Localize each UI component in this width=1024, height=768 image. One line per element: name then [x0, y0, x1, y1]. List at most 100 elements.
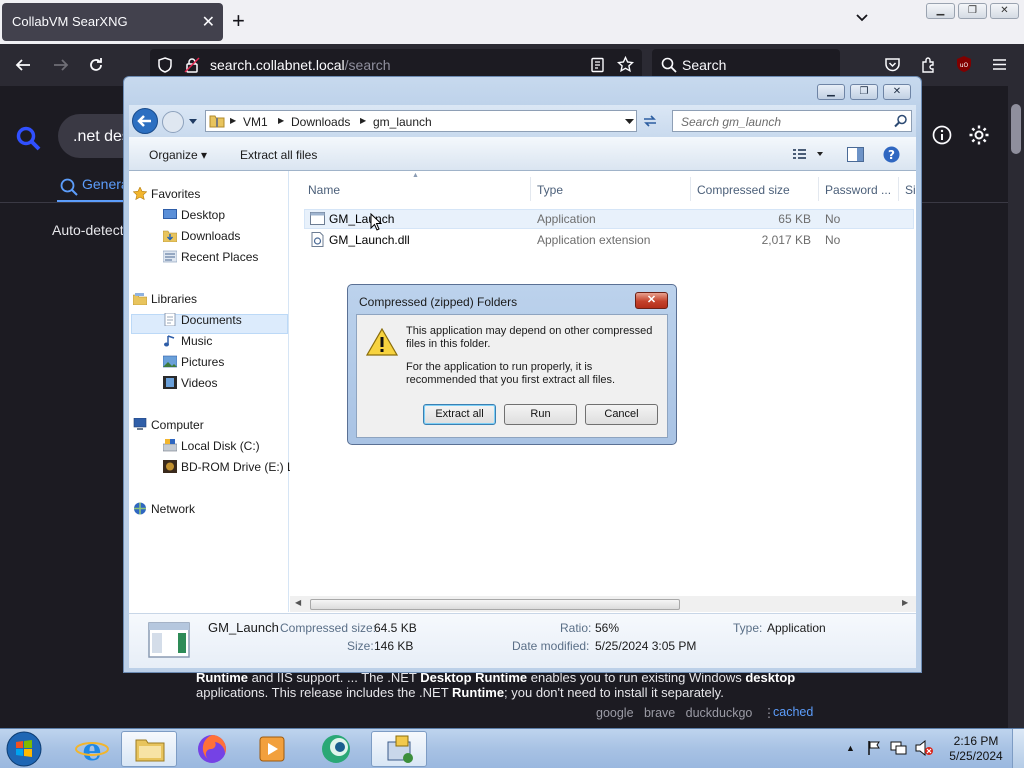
explorer-minimize-button[interactable]: ▁ [817, 84, 845, 100]
pocket-icon[interactable] [884, 56, 901, 73]
page-scrollbar-thumb[interactable] [1011, 104, 1021, 154]
extensions-icon[interactable] [920, 56, 937, 73]
page-scrollbar[interactable] [1008, 86, 1024, 728]
explorer-maximize-button[interactable]: ❐ [850, 84, 878, 100]
tab-close-icon[interactable]: ✕ [202, 12, 215, 32]
column-divider[interactable] [530, 177, 531, 201]
nav-item-bd-rom[interactable]: BD-ROM Drive (E:) L [163, 460, 294, 474]
column-header-size[interactable]: Si [905, 183, 916, 197]
nav-item-videos[interactable]: Videos [163, 376, 217, 390]
music-note-icon [164, 335, 175, 347]
nav-item-network[interactable]: Network [134, 502, 195, 516]
volume-muted-icon[interactable] [914, 740, 934, 756]
lock-icon[interactable] [184, 57, 200, 73]
column-header-password[interactable]: Password ... [825, 183, 891, 197]
nav-item-recent-places[interactable]: Recent Places [163, 250, 258, 264]
details-modified-value: 5/25/2024 3:05 PM [595, 639, 697, 653]
window-close-button[interactable]: ✕ [990, 3, 1019, 19]
nav-item-downloads[interactable]: Downloads [163, 229, 240, 243]
column-header-type[interactable]: Type [537, 183, 563, 197]
taskbar-explorer-icon[interactable] [121, 731, 177, 767]
dialog-close-button[interactable]: ✕ [635, 292, 668, 309]
network-status-icon[interactable] [890, 740, 908, 756]
language-auto-detect[interactable]: Auto-detect [52, 222, 124, 238]
breadcrumb-separator-icon: ▶ [360, 116, 367, 125]
extract-all-button[interactable]: Extract all [423, 404, 496, 425]
taskbar-internet-explorer-icon[interactable]: e [64, 731, 120, 767]
column-header-compressed-size[interactable]: Compressed size [697, 183, 790, 197]
scroll-left-arrow-icon[interactable]: ◀ [295, 598, 301, 607]
explorer-forward-icon[interactable] [161, 110, 185, 134]
address-dropdown-icon[interactable] [625, 118, 634, 125]
start-button-icon[interactable] [4, 730, 44, 768]
mouse-cursor-icon [370, 213, 382, 231]
svg-text:uO: uO [960, 62, 969, 69]
window-minimize-button[interactable]: ▁ [926, 3, 955, 19]
taskbar-installer-icon[interactable] [371, 731, 427, 767]
category-tab-general[interactable]: Genera [82, 176, 129, 192]
forward-icon[interactable] [52, 56, 70, 74]
cached-link[interactable]: cached [773, 705, 813, 719]
taskbar-firefox-icon[interactable] [184, 731, 240, 767]
file-compressed-size: 65 KB [778, 212, 811, 226]
svg-text:e: e [82, 733, 101, 767]
nav-item-documents[interactable]: Documents [164, 313, 242, 327]
file-row[interactable]: GM_Launch.dll Application extension 2,01… [306, 230, 914, 250]
explorer-back-icon[interactable] [131, 107, 159, 135]
tracking-shield-icon[interactable] [157, 57, 173, 73]
nav-item-music[interactable]: Music [164, 334, 212, 348]
organize-button[interactable]: Organize ▾ [149, 148, 207, 162]
menu-icon[interactable] [991, 56, 1008, 73]
new-tab-button[interactable]: + [232, 8, 245, 34]
taskbar-clock[interactable]: 2:16 PM 5/25/2024 [944, 734, 1008, 764]
horizontal-scrollbar[interactable]: ◀ ▶ [290, 596, 916, 612]
help-icon[interactable]: ? [883, 146, 900, 163]
reload-icon[interactable] [87, 56, 105, 74]
column-divider[interactable] [818, 177, 819, 201]
nav-item-libraries[interactable]: Libraries [133, 292, 197, 306]
searxng-logo-icon[interactable] [16, 126, 42, 152]
breadcrumb-item[interactable]: VM1 [243, 115, 268, 129]
preview-pane-icon[interactable] [847, 147, 864, 162]
application-large-icon [148, 622, 190, 658]
navigation-pane: Favorites Desktop Downloads Recent Place… [129, 171, 294, 612]
preferences-gear-icon[interactable] [968, 124, 990, 146]
reader-view-icon[interactable] [590, 57, 606, 73]
action-center-flag-icon[interactable] [866, 740, 882, 756]
taskbar-app-icon[interactable] [308, 731, 364, 767]
cancel-button[interactable]: Cancel [585, 404, 658, 425]
taskbar-media-player-icon[interactable] [244, 731, 300, 767]
address-bar[interactable]: ▶ VM1 ▶ Downloads ▶ gm_launch [205, 110, 637, 132]
explorer-close-button[interactable]: ✕ [883, 84, 911, 100]
file-row[interactable]: GM_Launch Application 65 KB No [306, 209, 914, 229]
ublock-origin-icon[interactable]: uO [955, 55, 973, 73]
horizontal-scrollbar-thumb[interactable] [310, 599, 680, 610]
details-pane: GM_Launch Compressed size: 64.5 KB Size:… [129, 613, 916, 668]
explorer-search-box[interactable]: Search gm_launch [672, 110, 912, 132]
column-divider[interactable] [898, 177, 899, 201]
nav-item-computer[interactable]: Computer [133, 418, 204, 432]
scroll-right-arrow-icon[interactable]: ▶ [902, 598, 908, 607]
run-button[interactable]: Run [504, 404, 577, 425]
back-icon[interactable] [14, 56, 32, 74]
show-hidden-icons-icon[interactable]: ▲ [846, 743, 855, 753]
nav-item-favorites[interactable]: Favorites [133, 187, 200, 201]
hard-disk-icon [163, 439, 177, 452]
recent-pages-chevron-icon[interactable] [188, 118, 198, 126]
window-restore-button[interactable]: ❐ [958, 3, 987, 19]
browser-tab[interactable]: CollabVM SearXNG ✕ [2, 3, 223, 41]
refresh-icon[interactable] [641, 112, 659, 130]
info-icon[interactable] [932, 125, 952, 145]
nav-item-desktop[interactable]: Desktop [163, 208, 225, 222]
column-header-name[interactable]: Name [308, 183, 340, 197]
breadcrumb-item[interactable]: Downloads [291, 115, 350, 129]
nav-item-pictures[interactable]: Pictures [163, 355, 224, 369]
tab-list-chevron-icon[interactable] [854, 10, 870, 26]
breadcrumb-item[interactable]: gm_launch [373, 115, 432, 129]
show-desktop-button[interactable] [1012, 729, 1024, 768]
bookmark-star-icon[interactable] [617, 56, 634, 73]
nav-item-local-disk[interactable]: Local Disk (C:) [163, 439, 260, 453]
extract-all-files-button[interactable]: Extract all files [240, 148, 317, 162]
column-divider[interactable] [690, 177, 691, 201]
view-options-icon[interactable] [793, 148, 823, 160]
